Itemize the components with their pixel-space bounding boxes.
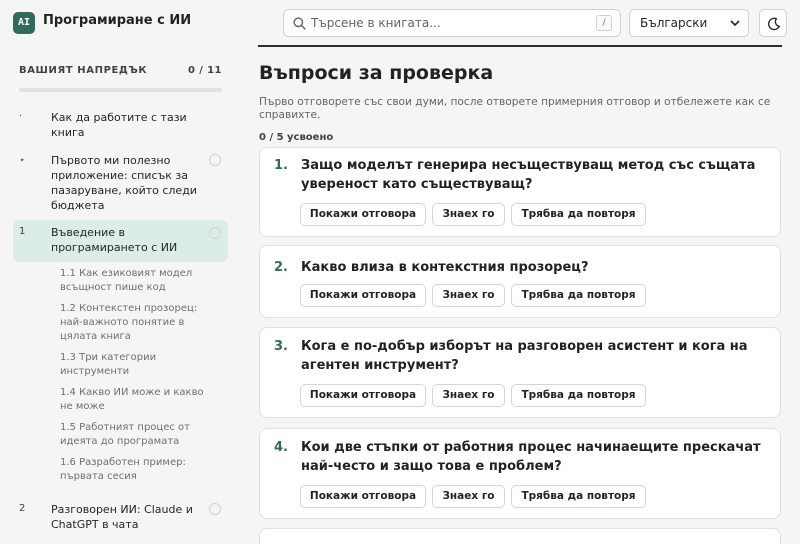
need-review-button[interactable]: Трябва да повторя xyxy=(511,384,646,407)
knew-it-button[interactable]: Знаех го xyxy=(432,485,505,508)
sidebar-section-1-6[interactable]: 1.6 Разработен пример: първата сесия xyxy=(60,456,210,484)
sidebar-item-first-app[interactable]: ⋆ Първото ми полезно приложение: списък … xyxy=(13,150,228,212)
completion-circle-icon[interactable] xyxy=(209,503,221,515)
question-number: 2. xyxy=(274,260,288,275)
app-title[interactable]: Програмиране с ИИ xyxy=(43,13,191,28)
question-card: 3. Кога е по-добър изборът на разговорен… xyxy=(259,327,781,418)
knew-it-button[interactable]: Знаех го xyxy=(432,203,505,226)
search-icon xyxy=(293,17,306,30)
progress-count: 0 / 11 xyxy=(188,65,222,76)
sidebar-item-chapter-1[interactable]: 1 Въведение в програмирането с ИИ xyxy=(13,220,228,262)
completion-circle-icon[interactable] xyxy=(209,154,221,166)
knew-it-button[interactable]: Знаех го xyxy=(432,384,505,407)
sidebar-section-1-5[interactable]: 1.5 Работният процес от идеята до програ… xyxy=(60,421,210,449)
chapter-label: Как да работите с тази книга xyxy=(51,111,187,139)
sidebar: ВАШИЯТ НАПРЕДЪК 0 / 11 · Как да работите… xyxy=(0,46,242,544)
chapter-label: Първото ми полезно приложение: списък за… xyxy=(51,154,197,212)
search-input[interactable] xyxy=(311,13,571,33)
page-description: Първо отговорете със свои думи, после от… xyxy=(259,96,771,121)
chapter-marker: · xyxy=(19,111,23,122)
knew-it-button[interactable]: Знаех го xyxy=(432,284,505,307)
sidebar-section-1-4[interactable]: 1.4 Какво ИИ може и какво не може xyxy=(60,386,210,414)
sidebar-section-1-3[interactable]: 1.3 Три категории инструменти xyxy=(60,351,210,379)
question-text: Защо моделът генерира несъществуващ мето… xyxy=(301,158,756,192)
show-answer-button[interactable]: Покажи отговора xyxy=(300,203,426,226)
show-answer-button[interactable]: Покажи отговора xyxy=(300,284,426,307)
section-divider xyxy=(258,45,782,47)
learned-counter: 0 / 5 усвоено xyxy=(259,132,334,143)
search-box[interactable]: / xyxy=(283,9,621,37)
question-text: Кои две стъпки от работния процес начина… xyxy=(301,440,761,474)
chapter-marker: ⋆ xyxy=(19,155,26,166)
question-text: Какво влиза в контекстния прозорец? xyxy=(301,260,589,275)
chevron-down-icon xyxy=(730,20,740,27)
sidebar-item-how-to-use[interactable]: · Как да работите с тази книга xyxy=(13,106,228,144)
search-shortcut-key: / xyxy=(596,15,612,31)
progress-bar xyxy=(19,88,222,92)
show-answer-button[interactable]: Покажи отговора xyxy=(300,485,426,508)
chapter-number: 2 xyxy=(19,503,26,514)
sidebar-section-1-1[interactable]: 1.1 Как езиковият модел всъщност пише ко… xyxy=(60,267,210,295)
question-number: 1. xyxy=(274,158,288,173)
chapter-label: Въведение в програмирането с ИИ xyxy=(51,226,178,254)
question-card xyxy=(259,528,781,544)
language-select[interactable]: Български xyxy=(629,9,749,37)
show-answer-button[interactable]: Покажи отговора xyxy=(300,384,426,407)
need-review-button[interactable]: Трябва да повторя xyxy=(511,485,646,508)
question-card: 2. Какво влиза в контекстния прозорец? П… xyxy=(259,245,781,318)
theme-toggle-button[interactable] xyxy=(759,9,787,37)
need-review-button[interactable]: Трябва да повторя xyxy=(511,284,646,307)
question-number: 3. xyxy=(274,339,288,354)
need-review-button[interactable]: Трябва да повторя xyxy=(511,203,646,226)
chapter-label: Разговорен ИИ: Claude и ChatGPT в чата xyxy=(51,503,193,531)
language-select-value: Български xyxy=(640,16,708,30)
question-text: Кога е по-добър изборът на разговорен ас… xyxy=(301,339,748,373)
sidebar-item-chapter-2[interactable]: 2 Разговорен ИИ: Claude и ChatGPT в чата xyxy=(13,498,228,538)
top-bar: AI Програмиране с ИИ / Български xyxy=(0,0,800,46)
chapter-number: 1 xyxy=(19,226,26,237)
question-card: 4. Кои две стъпки от работния процес нач… xyxy=(259,428,781,519)
page-title: Въпроси за проверка xyxy=(259,62,494,84)
question-number: 4. xyxy=(274,440,288,455)
question-card: 1. Защо моделът генерира несъществуващ м… xyxy=(259,147,781,237)
app-logo[interactable]: AI xyxy=(13,12,35,34)
moon-icon xyxy=(767,17,780,31)
sidebar-section-1-2[interactable]: 1.2 Контекстен прозорец: най-важното пон… xyxy=(60,302,210,344)
completion-circle-icon[interactable] xyxy=(209,227,221,239)
progress-title: ВАШИЯТ НАПРЕДЪК xyxy=(19,65,148,76)
